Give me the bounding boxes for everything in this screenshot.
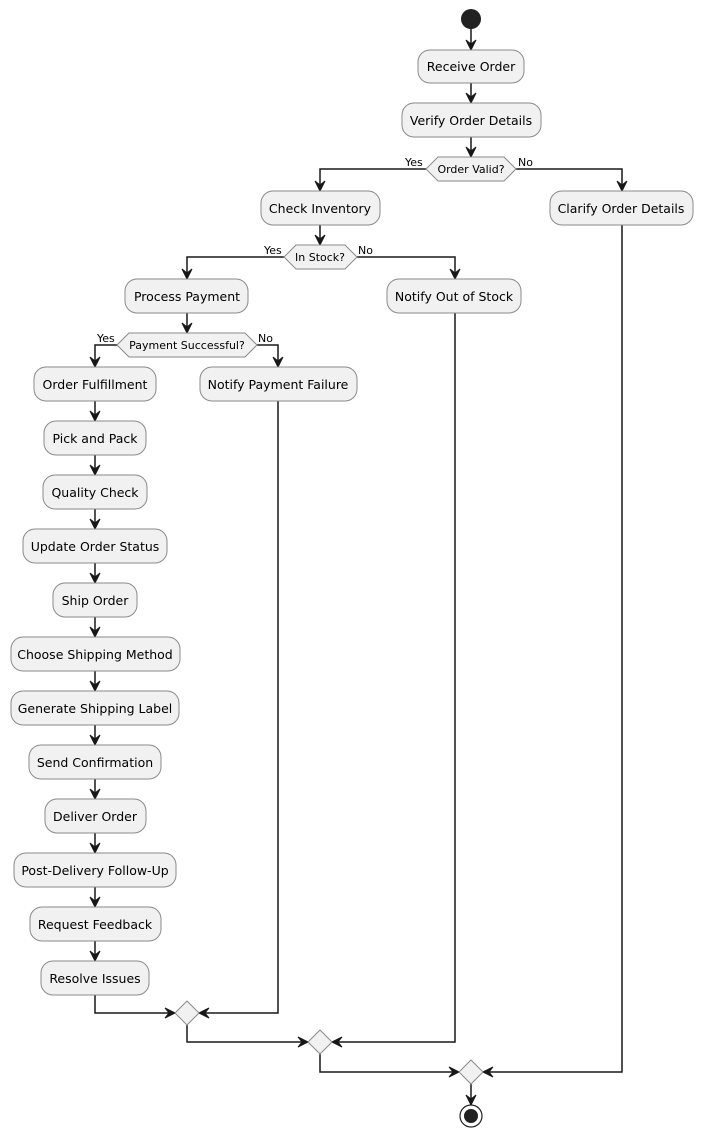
action-label: Request Feedback <box>38 917 153 932</box>
action-label: Verify Order Details <box>410 113 532 128</box>
activity-diagram: Receive Order Verify Order Details Order… <box>10 9 694 1128</box>
edge-merge1-merge2 <box>186 1025 308 1043</box>
edge-merge2-merge3 <box>319 1054 459 1073</box>
action-label: Notify Payment Failure <box>208 377 349 392</box>
edge-instock-no <box>357 256 456 277</box>
edge-outofstock-merge2 <box>332 313 456 1043</box>
action-request-feedback[interactable]: Request Feedback <box>29 906 162 942</box>
action-send-confirmation[interactable]: Send Confirmation <box>28 744 162 780</box>
action-label: Pick and Pack <box>52 431 138 446</box>
decision-label: Order Valid? <box>437 163 504 176</box>
edge-resolve-merge1 <box>94 995 175 1014</box>
merge-node-order-valid <box>458 1059 484 1085</box>
action-label: Resolve Issues <box>49 971 140 986</box>
action-label: Update Order Status <box>31 539 160 554</box>
action-notify-payment-failure[interactable]: Notify Payment Failure <box>199 366 358 402</box>
action-label: Send Confirmation <box>37 755 153 770</box>
edge-ordervalid-no <box>516 168 623 189</box>
edge-payment-yes <box>94 344 117 365</box>
action-pick-and-pack[interactable]: Pick and Pack <box>43 420 147 456</box>
action-verify-order-details[interactable]: Verify Order Details <box>401 102 542 138</box>
branch-label-no: No <box>518 156 533 169</box>
action-order-fulfillment[interactable]: Order Fulfillment <box>33 366 157 402</box>
action-label: Clarify Order Details <box>558 201 685 216</box>
branch-label-yes: Yes <box>263 244 282 257</box>
action-label: Generate Shipping Label <box>18 701 173 716</box>
action-clarify-order-details[interactable]: Clarify Order Details <box>549 190 694 226</box>
action-label: Quality Check <box>51 485 139 500</box>
action-receive-order[interactable]: Receive Order <box>417 49 525 84</box>
edges <box>94 29 623 1104</box>
action-label: Choose Shipping Method <box>17 647 173 662</box>
merge-node-payment <box>174 1000 200 1026</box>
action-check-inventory[interactable]: Check Inventory <box>260 190 381 226</box>
branch-label-yes: Yes <box>96 332 115 345</box>
branch-label-yes: Yes <box>404 156 423 169</box>
edge-payfail-merge1 <box>199 401 279 1014</box>
action-label: Ship Order <box>62 593 130 608</box>
start-node <box>461 9 481 29</box>
action-label: Notify Out of Stock <box>395 289 514 304</box>
edge-clarify-merge3 <box>483 225 623 1073</box>
action-choose-shipping-method[interactable]: Choose Shipping Method <box>10 636 181 672</box>
decision-order-valid[interactable]: Order Valid? <box>425 156 517 182</box>
action-label: Receive Order <box>427 59 516 74</box>
action-label: Check Inventory <box>269 201 372 216</box>
end-node <box>459 1104 483 1128</box>
action-label: Process Payment <box>134 289 240 304</box>
action-label: Post-Delivery Follow-Up <box>21 863 168 878</box>
action-update-order-status[interactable]: Update Order Status <box>22 528 168 564</box>
action-post-delivery-follow-up[interactable]: Post-Delivery Follow-Up <box>13 852 177 888</box>
action-generate-shipping-label[interactable]: Generate Shipping Label <box>10 690 180 726</box>
action-label: Order Fulfillment <box>43 377 148 392</box>
action-quality-check[interactable]: Quality Check <box>42 474 148 510</box>
branch-label-no: No <box>358 244 373 257</box>
action-notify-out-of-stock[interactable]: Notify Out of Stock <box>386 278 522 314</box>
decision-in-stock[interactable]: In Stock? <box>283 244 358 270</box>
edge-ordervalid-yes <box>319 168 426 189</box>
decision-label: Payment Successful? <box>129 339 245 352</box>
action-label: Deliver Order <box>53 809 138 824</box>
decision-payment-successful[interactable]: Payment Successful? <box>116 332 258 358</box>
action-resolve-issues[interactable]: Resolve Issues <box>40 960 150 996</box>
action-deliver-order[interactable]: Deliver Order <box>44 798 147 834</box>
action-process-payment[interactable]: Process Payment <box>124 278 249 314</box>
edge-payment-no <box>257 344 279 365</box>
decision-label: In Stock? <box>295 251 345 264</box>
action-ship-order[interactable]: Ship Order <box>52 582 138 618</box>
edge-instock-yes <box>186 256 284 277</box>
branch-label-no: No <box>258 332 273 345</box>
merge-node-stock <box>307 1029 333 1055</box>
